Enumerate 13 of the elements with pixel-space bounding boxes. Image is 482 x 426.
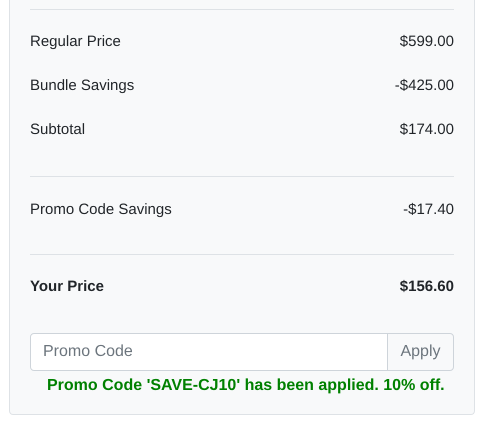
price-value: $599.00 (400, 32, 454, 52)
price-value: $156.60 (400, 276, 454, 297)
price-label: Your Price (30, 276, 104, 297)
apply-button[interactable]: Apply (387, 333, 454, 371)
promo-code-field[interactable]: Promo Code (30, 333, 388, 371)
price-label: Regular Price (30, 32, 121, 52)
price-value: -$17.40 (403, 200, 454, 220)
price-value: $174.00 (400, 120, 454, 140)
price-value: -$425.00 (394, 76, 454, 96)
price-label: Promo Code Savings (30, 200, 172, 220)
price-label: Subtotal (30, 120, 86, 140)
price-label: Bundle Savings (30, 76, 134, 96)
promo-message: Promo Code 'SAVE-CJ10' has been applied. 10% off. (46, 376, 446, 396)
